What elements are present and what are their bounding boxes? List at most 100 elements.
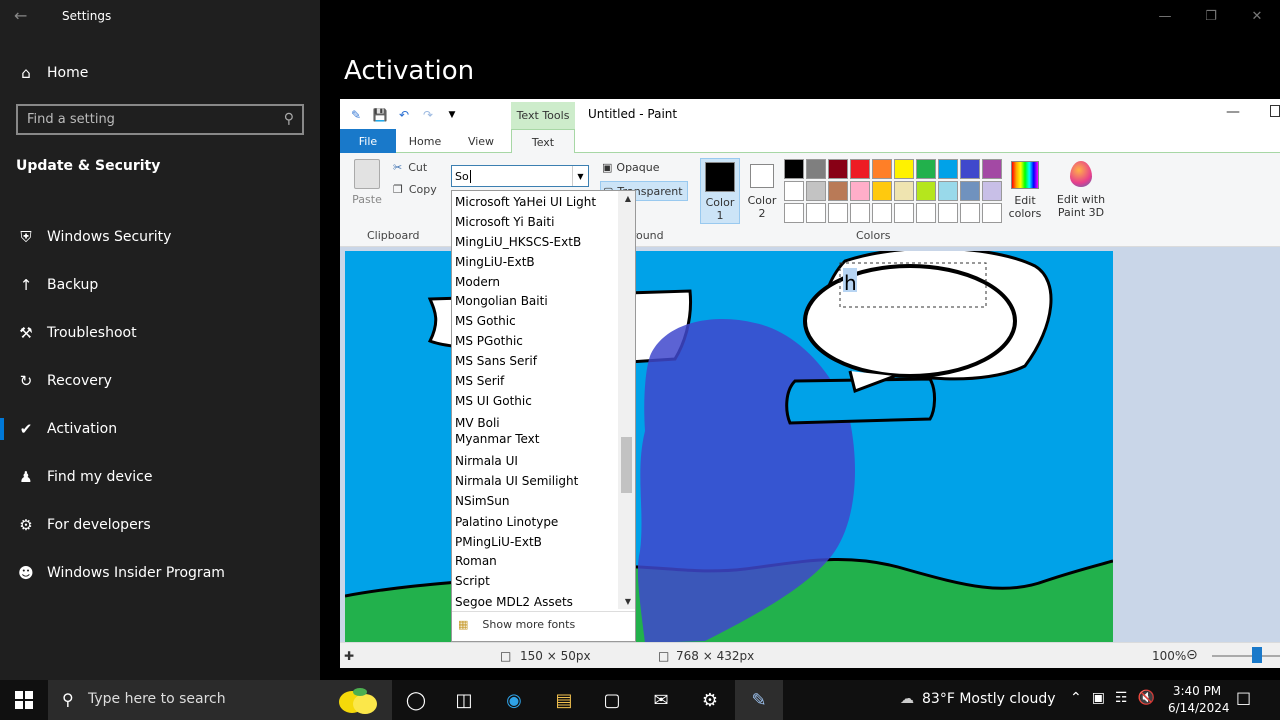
palette-swatch[interactable] xyxy=(894,181,914,201)
notification-center-icon[interactable]: □ xyxy=(1236,688,1251,707)
palette-swatch[interactable] xyxy=(960,159,980,179)
chevron-down-icon[interactable]: ▼ xyxy=(572,166,588,186)
file-explorer-icon[interactable]: ▤ xyxy=(540,680,588,720)
back-arrow-icon[interactable]: ← xyxy=(14,6,34,26)
redo-icon[interactable]: ↷ xyxy=(420,107,436,123)
palette-swatch[interactable] xyxy=(872,181,892,201)
customize-qat-icon[interactable]: ▼ xyxy=(444,107,460,123)
dropdown-scrollbar[interactable]: ▲ ▼ xyxy=(618,191,635,609)
font-option[interactable]: Microsoft YaHei UI Light xyxy=(455,195,596,209)
palette-swatch[interactable] xyxy=(806,181,826,201)
sidebar-item-activation[interactable]: ✔ Activation xyxy=(0,407,320,451)
wifi-icon[interactable]: ☶ xyxy=(1115,690,1128,706)
sidebar-item-for-developers[interactable]: ⚙ For developers xyxy=(0,503,320,547)
font-option[interactable]: MingLiU_HKSCS-ExtB xyxy=(455,235,581,249)
zoom-out-icon[interactable]: ⊝ xyxy=(1186,647,1198,663)
sidebar-item-troubleshoot[interactable]: ⚒ Troubleshoot xyxy=(0,311,320,355)
palette-swatch[interactable] xyxy=(982,203,1002,223)
show-more-fonts-button[interactable]: ▦ Show more fonts xyxy=(452,611,635,637)
font-option[interactable]: Nirmala UI Semilight xyxy=(455,474,578,488)
sidebar-item-recovery[interactable]: ↻ Recovery xyxy=(0,359,320,403)
copy-button[interactable]: ❐ Copy xyxy=(393,183,437,196)
palette-swatch[interactable] xyxy=(806,203,826,223)
paste-button[interactable]: Paste xyxy=(350,159,384,213)
edit-colors-button[interactable]: Edit colors xyxy=(1002,158,1048,224)
taskbar-search-box[interactable]: ⚲ Type here to search xyxy=(48,680,392,720)
store-icon[interactable]: ▢ xyxy=(588,680,636,720)
cut-button[interactable]: ✂ Cut xyxy=(393,161,427,174)
font-dropdown-list[interactable]: Microsoft YaHei UI Light Microsoft Yi Bai… xyxy=(451,190,636,642)
palette-swatch[interactable] xyxy=(828,159,848,179)
font-option[interactable]: MingLiU-ExtB xyxy=(455,255,535,269)
maximize-button[interactable]: ❐ xyxy=(1188,0,1234,32)
font-option[interactable]: Microsoft Yi Baiti xyxy=(455,215,554,229)
close-button[interactable]: ✕ xyxy=(1234,0,1280,32)
font-option[interactable]: Modern xyxy=(455,275,500,289)
scroll-up-icon[interactable]: ▲ xyxy=(625,194,631,203)
tab-home[interactable]: Home xyxy=(400,129,450,153)
sidebar-item-backup[interactable]: ↑ Backup xyxy=(0,263,320,307)
paint-taskbar-icon[interactable]: ✎ xyxy=(735,680,783,720)
palette-swatch[interactable] xyxy=(828,181,848,201)
palette-swatch[interactable] xyxy=(828,203,848,223)
palette-swatch[interactable] xyxy=(938,181,958,201)
task-view-icon[interactable]: ◫ xyxy=(440,680,488,720)
palette-swatch[interactable] xyxy=(850,159,870,179)
color2-button[interactable]: Color 2 xyxy=(743,158,781,224)
tab-file[interactable]: File xyxy=(340,129,396,153)
volume-muted-icon[interactable]: 🔇 xyxy=(1138,690,1155,706)
edit-with-paint3d-button[interactable]: Edit with Paint 3D xyxy=(1055,158,1107,224)
palette-swatch[interactable] xyxy=(850,203,870,223)
chevron-up-icon[interactable]: ⌃ xyxy=(1070,690,1082,706)
font-option[interactable]: MS Serif xyxy=(455,374,504,388)
font-option[interactable]: PMingLiU-ExtB xyxy=(455,535,542,549)
paint-maximize-button[interactable] xyxy=(1270,105,1280,117)
font-option[interactable]: Nirmala UI xyxy=(455,454,518,468)
font-option[interactable]: MS PGothic xyxy=(455,334,523,348)
text-box-content[interactable]: h xyxy=(844,271,857,295)
edge-icon[interactable]: ◉ xyxy=(490,680,538,720)
palette-swatch[interactable] xyxy=(982,181,1002,201)
font-option[interactable]: Mongolian Baiti xyxy=(455,294,548,308)
font-family-combo[interactable]: So ▼ xyxy=(451,165,589,187)
color1-button[interactable]: Color 1 xyxy=(700,158,740,224)
font-option[interactable]: Script xyxy=(455,574,490,588)
palette-swatch[interactable] xyxy=(960,181,980,201)
palette-swatch[interactable] xyxy=(850,181,870,201)
zoom-slider[interactable] xyxy=(1212,655,1280,657)
network-icon[interactable]: ▣ xyxy=(1092,690,1105,706)
palette-swatch[interactable] xyxy=(894,203,914,223)
palette-swatch[interactable] xyxy=(938,203,958,223)
tab-text[interactable]: Text xyxy=(511,129,575,154)
tab-view[interactable]: View xyxy=(456,129,506,153)
sidebar-item-home[interactable]: ⌂ Home xyxy=(0,51,320,95)
palette-swatch[interactable] xyxy=(960,203,980,223)
palette-swatch[interactable] xyxy=(916,159,936,179)
palette-swatch[interactable] xyxy=(916,203,936,223)
palette-swatch[interactable] xyxy=(916,181,936,201)
palette-swatch[interactable] xyxy=(872,159,892,179)
cortana-icon[interactable]: ◯ xyxy=(392,680,440,720)
palette-swatch[interactable] xyxy=(784,159,804,179)
opaque-button[interactable]: ▣ Opaque xyxy=(602,161,660,174)
sidebar-item-windows-security[interactable]: ⛨ Windows Security xyxy=(0,215,320,259)
mail-icon[interactable]: ✉ xyxy=(637,680,685,720)
scroll-down-icon[interactable]: ▼ xyxy=(625,597,631,606)
find-setting-search[interactable]: ⚲ xyxy=(16,104,304,135)
font-option[interactable]: NSimSun xyxy=(455,494,509,508)
font-option[interactable]: Palatino Linotype xyxy=(455,515,558,529)
weather-widget[interactable]: ☁ 83°F Mostly cloudy xyxy=(900,691,1056,707)
font-option[interactable]: MS Gothic xyxy=(455,314,516,328)
palette-swatch[interactable] xyxy=(806,159,826,179)
font-option[interactable]: Myanmar Text xyxy=(455,432,539,446)
palette-swatch[interactable] xyxy=(938,159,958,179)
sidebar-item-find-my-device[interactable]: ♟ Find my device xyxy=(0,455,320,499)
search-input[interactable] xyxy=(18,112,268,127)
font-option[interactable]: Segoe MDL2 Assets xyxy=(455,595,573,609)
sidebar-item-windows-insider[interactable]: ☻ Windows Insider Program xyxy=(0,551,320,595)
font-option[interactable]: MS Sans Serif xyxy=(455,354,537,368)
font-option[interactable]: MS UI Gothic xyxy=(455,394,532,408)
palette-swatch[interactable] xyxy=(894,159,914,179)
minimize-button[interactable]: — xyxy=(1142,0,1188,32)
palette-swatch[interactable] xyxy=(784,203,804,223)
